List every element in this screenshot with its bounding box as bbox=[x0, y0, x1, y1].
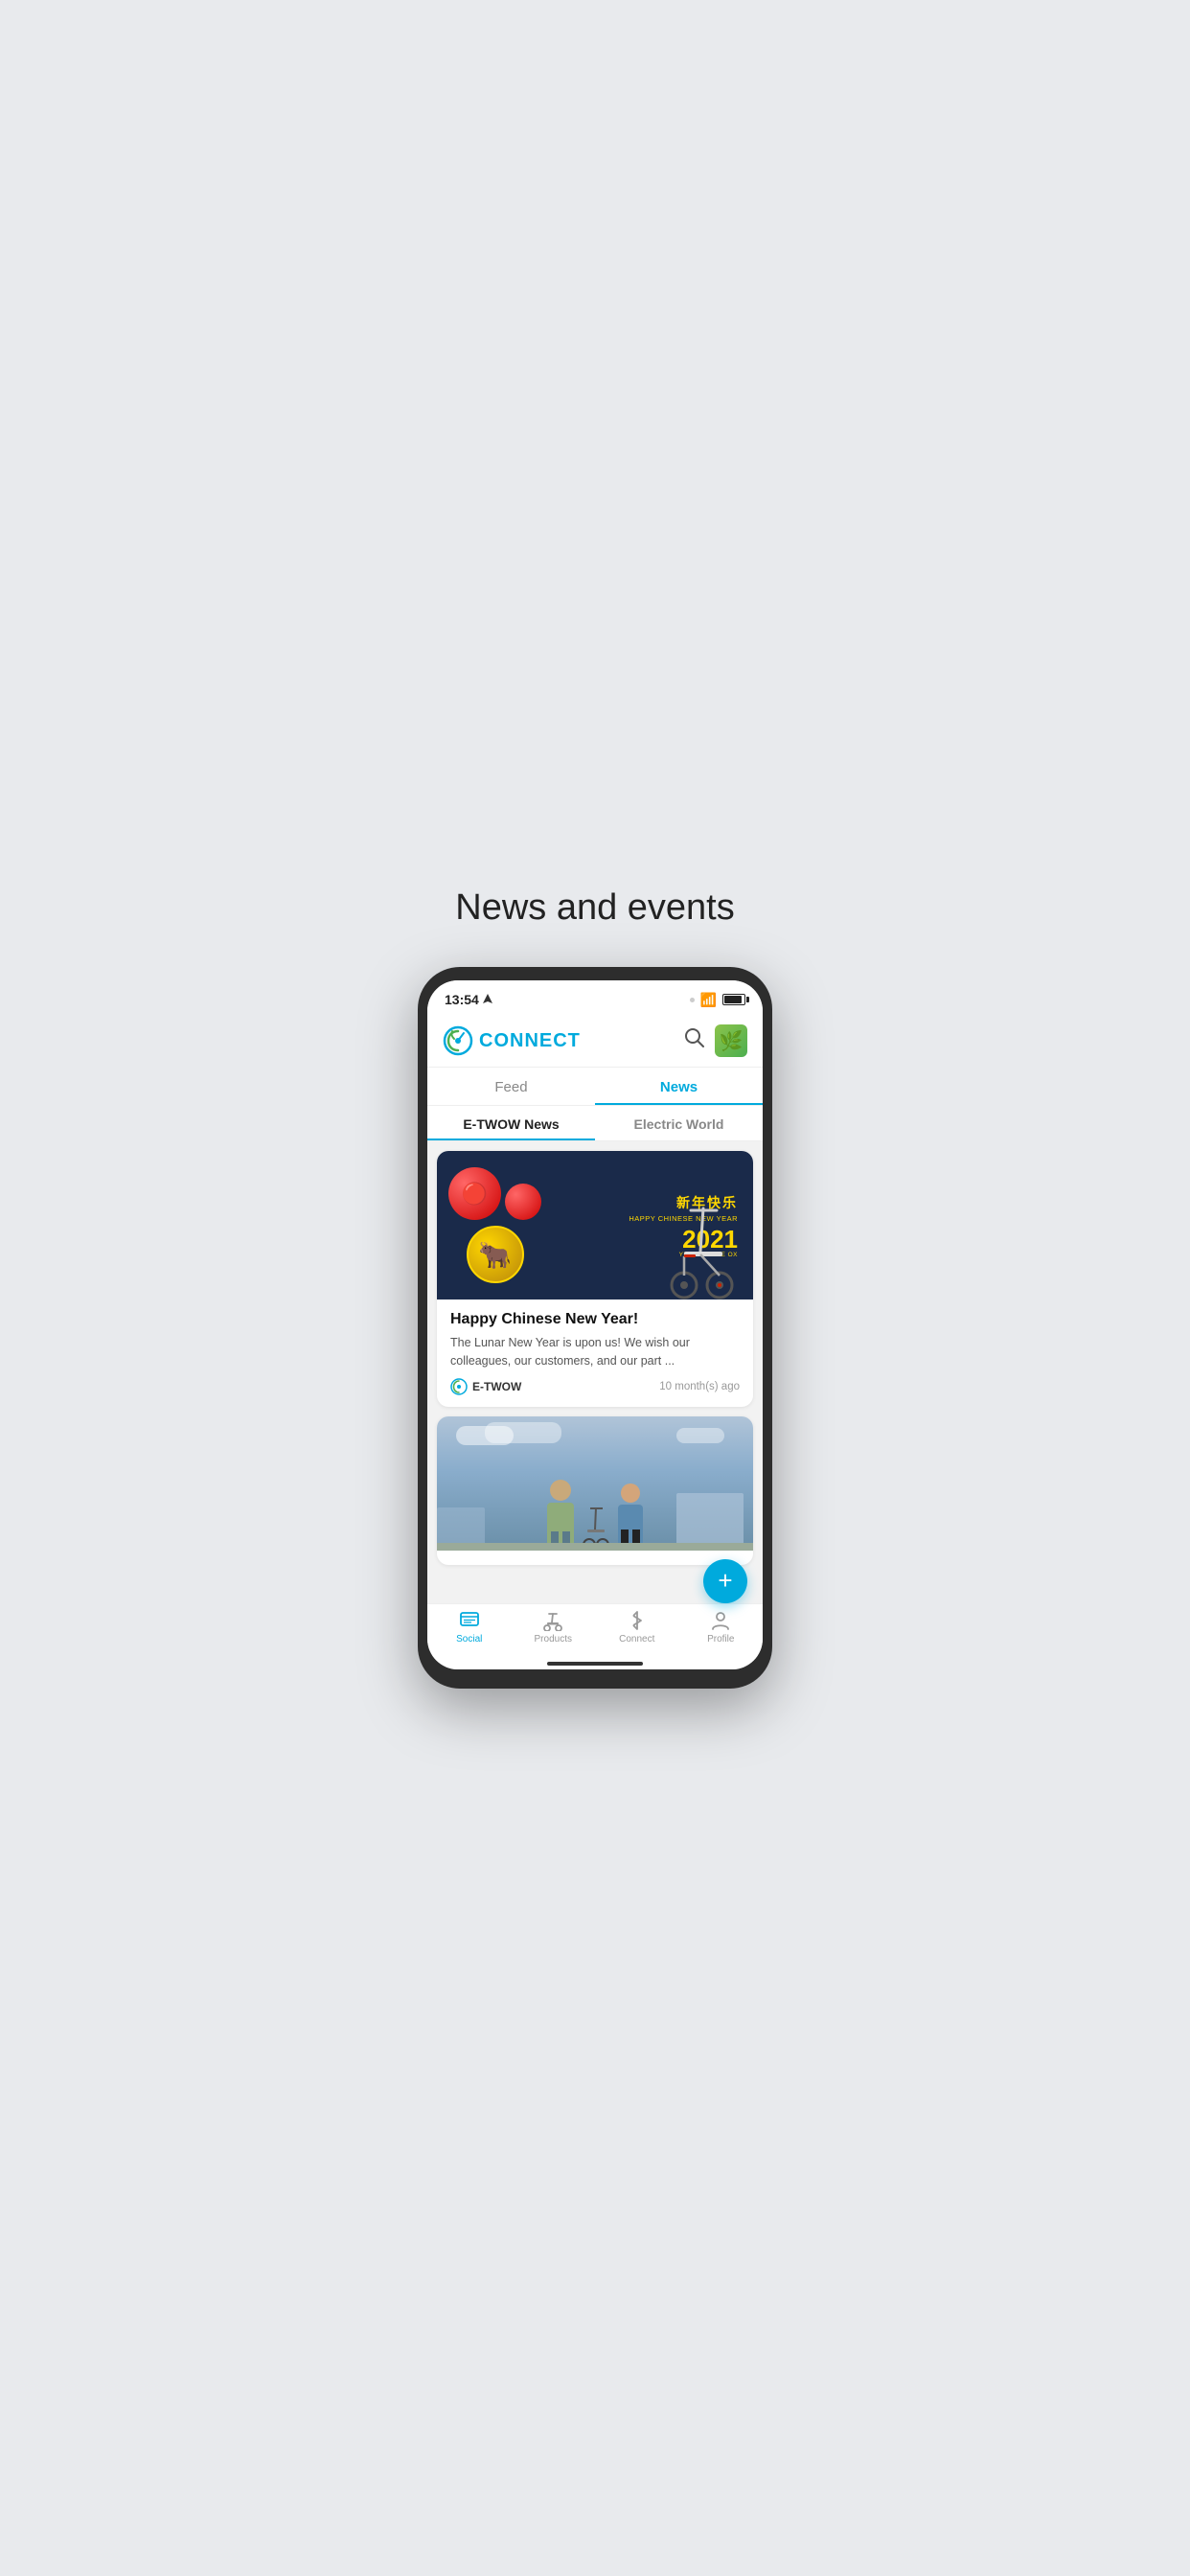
tab-electric-world[interactable]: Electric World bbox=[595, 1106, 763, 1140]
person-2 bbox=[618, 1484, 643, 1551]
person-1 bbox=[547, 1480, 574, 1551]
card-excerpt-cny: The Lunar New Year is upon us! We wish o… bbox=[450, 1334, 740, 1370]
time-display: 13:54 bbox=[445, 992, 479, 1007]
people-background bbox=[437, 1416, 753, 1551]
battery-icon bbox=[722, 994, 745, 1005]
author-logo-icon bbox=[450, 1378, 468, 1395]
card-time-cny: 10 month(s) ago bbox=[659, 1381, 740, 1392]
nav-label-social: Social bbox=[456, 1634, 482, 1644]
bluetooth-icon bbox=[627, 1610, 648, 1631]
social-icon bbox=[459, 1610, 480, 1631]
status-time: 13:54 bbox=[445, 992, 492, 1007]
status-icons: 📶 bbox=[690, 992, 745, 1008]
news-card-people bbox=[437, 1416, 753, 1565]
card-meta-cny: E-TWOW 10 month(s) ago bbox=[450, 1378, 740, 1395]
card-body-cny: Happy Chinese New Year! The Lunar New Ye… bbox=[437, 1300, 753, 1407]
app-header: CONNECT 🌿 bbox=[427, 1015, 763, 1068]
main-tabs: Feed News bbox=[427, 1068, 763, 1106]
content-area: 🔴 🐂 新年快乐 HAPPY CHINESE NEW YEAR 2021 bbox=[427, 1141, 763, 1575]
logo-icon bbox=[443, 1025, 473, 1056]
cny-decorations: 🔴 bbox=[448, 1167, 541, 1220]
home-bar bbox=[547, 1662, 643, 1666]
tab-feed[interactable]: Feed bbox=[427, 1068, 595, 1105]
honeycomb-ball-large: 🔴 bbox=[448, 1167, 501, 1220]
header-actions: 🌿 bbox=[684, 1024, 747, 1057]
news-card-cny: 🔴 🐂 新年快乐 HAPPY CHINESE NEW YEAR 2021 bbox=[437, 1151, 753, 1407]
ox-icon: 🐂 bbox=[467, 1226, 524, 1283]
card-author-cny: E-TWOW bbox=[450, 1378, 521, 1395]
logo-area: CONNECT bbox=[443, 1025, 581, 1056]
nav-item-connect[interactable]: Connect bbox=[595, 1610, 679, 1644]
sub-tabs: E-TWOW News Electric World bbox=[427, 1106, 763, 1141]
nav-item-social[interactable]: Social bbox=[427, 1610, 512, 1644]
cny-background: 🔴 🐂 新年快乐 HAPPY CHINESE NEW YEAR 2021 bbox=[437, 1151, 753, 1300]
building-decor bbox=[676, 1493, 744, 1551]
nav-label-profile: Profile bbox=[707, 1634, 734, 1644]
cloud-decor-3 bbox=[676, 1428, 724, 1443]
cny-left-decor: 🔴 🐂 bbox=[448, 1167, 541, 1283]
scooter-illustration bbox=[667, 1194, 744, 1300]
author-name: E-TWOW bbox=[472, 1380, 521, 1393]
nav-item-profile[interactable]: Profile bbox=[679, 1610, 764, 1644]
scooter-svg bbox=[667, 1199, 739, 1300]
logo-text: CONNECT bbox=[479, 1030, 581, 1052]
navigation-arrow-icon bbox=[483, 994, 492, 1006]
signal-dot-icon bbox=[690, 998, 695, 1002]
nav-label-connect: Connect bbox=[619, 1634, 654, 1644]
avatar[interactable]: 🌿 bbox=[715, 1024, 747, 1057]
phone-frame: 13:54 📶 bbox=[418, 967, 772, 1689]
fab-add-button[interactable]: + bbox=[703, 1559, 747, 1603]
fab-container: + bbox=[427, 1575, 763, 1603]
ground-decor bbox=[437, 1543, 753, 1551]
home-indicator bbox=[427, 1656, 763, 1669]
honeycomb-ball-small bbox=[505, 1184, 541, 1220]
card-image-people bbox=[437, 1416, 753, 1565]
person-icon bbox=[710, 1610, 731, 1631]
tab-etwow-news[interactable]: E-TWOW News bbox=[427, 1106, 595, 1140]
nav-label-products: Products bbox=[535, 1634, 572, 1644]
card-image-cny: 🔴 🐂 新年快乐 HAPPY CHINESE NEW YEAR 2021 bbox=[437, 1151, 753, 1300]
phone-screen: 13:54 📶 bbox=[427, 980, 763, 1669]
scooter-icon bbox=[542, 1610, 563, 1631]
bottom-nav: Social Products bbox=[427, 1603, 763, 1656]
wifi-icon: 📶 bbox=[700, 992, 717, 1008]
page-title: News and events bbox=[455, 887, 735, 929]
status-bar: 13:54 📶 bbox=[427, 980, 763, 1015]
card-title-cny: Happy Chinese New Year! bbox=[450, 1311, 740, 1328]
tab-news[interactable]: News bbox=[595, 1068, 763, 1105]
search-icon[interactable] bbox=[684, 1027, 705, 1054]
people-group bbox=[547, 1480, 643, 1551]
avatar-image: 🌿 bbox=[720, 1029, 744, 1053]
cloud-decor-2 bbox=[485, 1422, 561, 1443]
nav-item-products[interactable]: Products bbox=[512, 1610, 596, 1644]
